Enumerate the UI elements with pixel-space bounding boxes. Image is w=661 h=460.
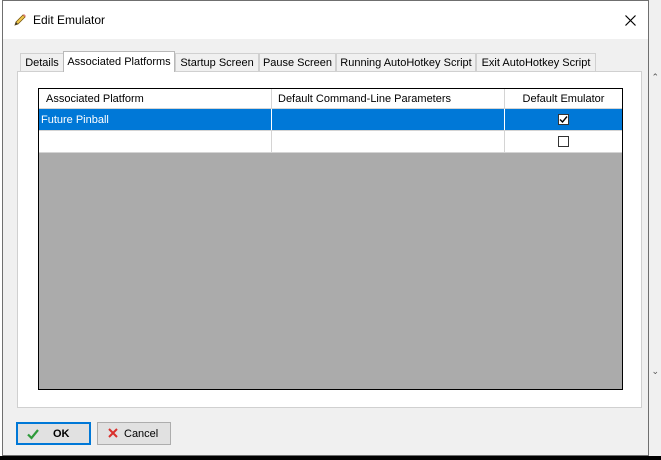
grid-header: Associated Platform Default Command-Line… [39,89,622,109]
default-emulator-checkbox[interactable] [558,136,569,147]
x-icon [108,428,118,438]
cancel-button-label: Cancel [124,427,159,440]
platform-cell[interactable] [39,131,272,152]
tab-running-autohotkey-script[interactable]: Running AutoHotkey Script [336,53,476,71]
checkmark-icon [27,429,39,440]
associated-platforms-panel: Associated Platform Default Command-Line… [17,71,642,408]
tab-details[interactable]: Details [20,53,64,71]
column-header-associated-platform[interactable]: Associated Platform [39,89,272,108]
table-row[interactable] [39,131,622,153]
params-cell[interactable] [272,109,505,130]
edit-emulator-dialog: Edit Emulator Details Associated Platfor… [2,0,649,456]
tab-pause-screen[interactable]: Pause Screen [259,53,336,71]
params-cell[interactable] [272,131,505,152]
column-header-default-emulator[interactable]: Default Emulator [505,89,622,108]
scroll-up-arrow-icon: ⌃ [651,72,659,82]
tab-associated-platforms[interactable]: Associated Platforms [63,51,175,72]
scroll-down-arrow-icon: ⌄ [651,366,659,376]
cancel-button[interactable]: Cancel [97,422,171,445]
close-button[interactable] [612,1,648,39]
background-taskbar-edge [0,456,661,460]
checkmark-icon [559,116,568,124]
ok-button[interactable]: OK [16,422,91,445]
table-row[interactable]: Future Pinball [39,109,622,131]
ok-button-label: OK [53,427,70,440]
background-window-scrollbar: ⌃ ⌄ [648,0,661,460]
column-header-default-command-line-parameters[interactable]: Default Command-Line Parameters [272,89,505,108]
tab-startup-screen[interactable]: Startup Screen [175,53,259,71]
title-bar: Edit Emulator [3,1,648,39]
default-emulator-cell[interactable] [505,131,622,152]
platforms-grid[interactable]: Associated Platform Default Command-Line… [38,88,623,390]
close-icon [624,14,636,26]
window-title: Edit Emulator [33,13,106,27]
platform-cell[interactable]: Future Pinball [39,109,272,130]
default-emulator-cell[interactable] [505,109,622,130]
pencil-icon [14,14,26,26]
tab-exit-autohotkey-script[interactable]: Exit AutoHotkey Script [476,53,596,71]
default-emulator-checkbox[interactable] [558,114,569,125]
